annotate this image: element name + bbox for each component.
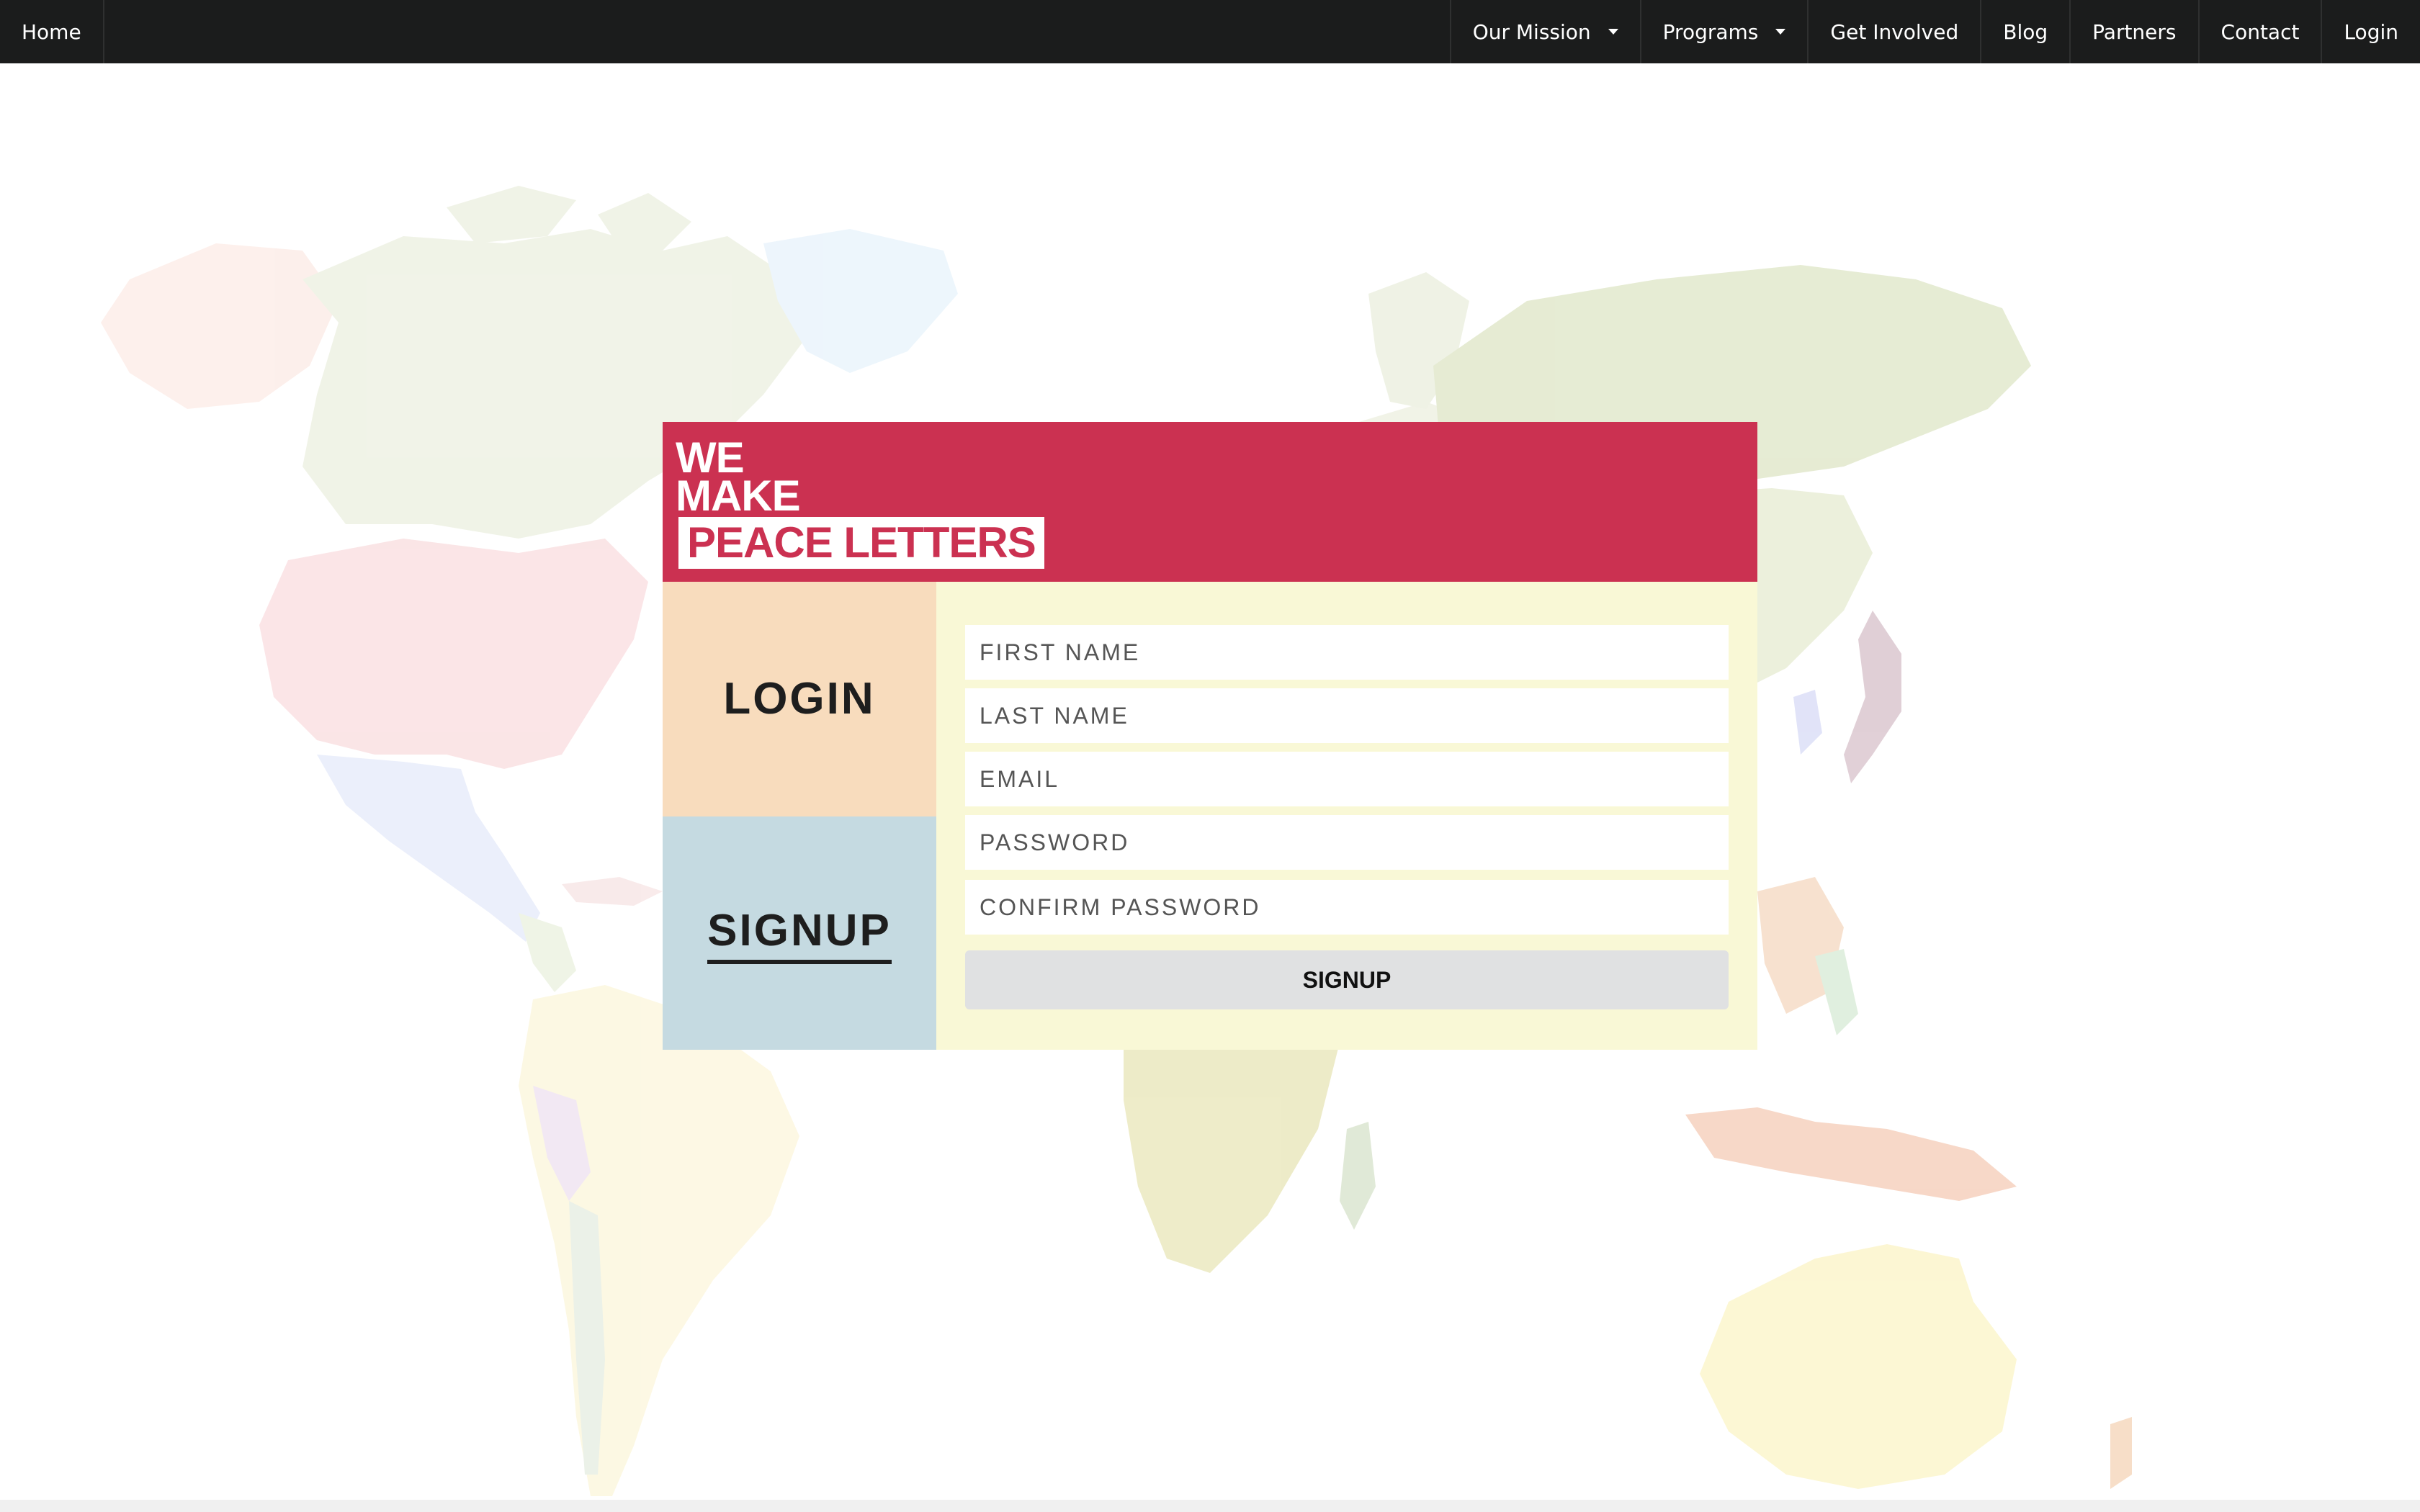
logo-highlight-text: PEACE LETTERS bbox=[678, 517, 1044, 569]
nav-get-involved-link[interactable]: Get Involved bbox=[1807, 0, 1980, 63]
tab-login[interactable]: LOGIN bbox=[663, 582, 936, 816]
page-footer-strip bbox=[0, 1500, 2420, 1512]
map-region-korea bbox=[1793, 690, 1822, 755]
signup-form: SIGNUP bbox=[936, 582, 1757, 1050]
nav-home-label: Home bbox=[22, 19, 81, 44]
nav-login-label: Login bbox=[2344, 19, 2398, 44]
map-region-south-america bbox=[519, 985, 799, 1496]
map-region-alaska bbox=[101, 243, 339, 409]
map-region-japan bbox=[1844, 611, 1901, 783]
map-region-mexico bbox=[317, 755, 540, 942]
password-field[interactable] bbox=[965, 815, 1729, 870]
nav-blog-label: Blog bbox=[2003, 19, 2048, 44]
map-region-indonesia bbox=[1685, 1107, 2017, 1201]
logo-text-line-2: MAKE bbox=[676, 472, 801, 520]
nav-contact-label: Contact bbox=[2220, 19, 2300, 44]
signup-submit-button[interactable]: SIGNUP bbox=[965, 950, 1729, 1009]
email-field[interactable] bbox=[965, 752, 1729, 806]
brand-banner: WE MAKE PEACE LETTERS bbox=[663, 422, 1757, 582]
last-name-field[interactable] bbox=[965, 688, 1729, 743]
map-region-southern-africa bbox=[1124, 1021, 1340, 1273]
tab-signup[interactable]: SIGNUP bbox=[663, 816, 936, 1050]
nav-partners-link[interactable]: Partners bbox=[2069, 0, 2197, 63]
first-name-field[interactable] bbox=[965, 625, 1729, 680]
tab-signup-label: SIGNUP bbox=[707, 902, 892, 964]
top-navigation: Home Our Mission Programs Get Involved B… bbox=[0, 0, 2420, 63]
nav-login-link[interactable]: Login bbox=[2321, 0, 2420, 63]
caret-down-icon bbox=[1608, 29, 1618, 35]
caret-down-icon bbox=[1775, 29, 1786, 35]
nav-contact-link[interactable]: Contact bbox=[2197, 0, 2321, 63]
nav-menu: Our Mission Programs Get Involved Blog P… bbox=[1449, 0, 2420, 63]
nav-blog-link[interactable]: Blog bbox=[1980, 0, 2069, 63]
nav-programs-dropdown[interactable]: Programs bbox=[1639, 0, 1808, 63]
map-region-australia bbox=[1700, 1244, 2017, 1489]
nav-programs-label: Programs bbox=[1662, 19, 1759, 44]
nav-home-link[interactable]: Home bbox=[0, 0, 104, 63]
map-region-usa bbox=[259, 539, 648, 769]
nav-get-involved-label: Get Involved bbox=[1830, 19, 1959, 44]
map-region-caribbean bbox=[562, 877, 663, 906]
confirm-password-field[interactable] bbox=[965, 880, 1729, 935]
nav-partners-label: Partners bbox=[2092, 19, 2177, 44]
auth-card: WE MAKE PEACE LETTERS LOGIN SIGNUP SIGNU… bbox=[663, 422, 1757, 1050]
nav-our-mission-label: Our Mission bbox=[1472, 19, 1591, 44]
map-region-central-america bbox=[519, 913, 576, 992]
nav-our-mission-dropdown[interactable]: Our Mission bbox=[1449, 0, 1640, 63]
map-region-madagascar bbox=[1340, 1122, 1376, 1230]
map-region-new-zealand bbox=[2110, 1417, 2132, 1489]
tab-login-label: LOGIN bbox=[723, 674, 876, 724]
